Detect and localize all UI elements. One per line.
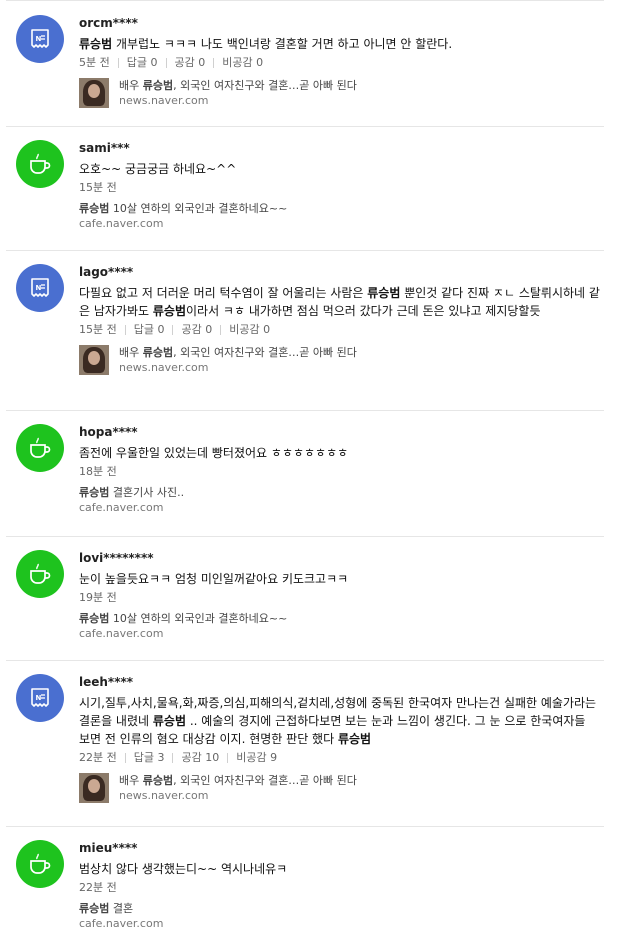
comment-meta: 15분 전 답글 0 공감 0 비공감 0 [79,323,600,337]
comment-meta: 5분 전 답글 0 공감 0 비공감 0 [79,56,600,70]
coffee-cup-icon[interactable] [16,840,64,888]
comment-time: 18분 전 [79,465,117,478]
comment-author[interactable]: hopa**** [79,424,600,440]
top-divider [6,0,604,1]
comment-author[interactable]: lago**** [79,264,600,280]
comment-text: 좀전에 우울한일 있었는데 빵터졌어요 ㅎㅎㅎㅎㅎㅎㅎ [79,446,349,460]
source-link[interactable]: 배우 류승범, 외국인 여자친구와 결혼…곧 아빠 된다 news.naver.… [79,773,600,803]
source-title[interactable]: 류승범 10살 연하의 외국인과 결혼하네요~~ [79,201,600,216]
comment-text: 오호~~ 궁금궁금 하네요~^^ [79,162,237,176]
source-domain: cafe.naver.com [79,217,164,230]
svg-text:N: N [36,35,42,43]
comment-meta: 22분 전 [79,881,600,895]
comment-text: 시기,질투,사치,물욕,화,짜증,의심,피해의식,겉치레,성형에 중독된 한국여… [79,696,597,746]
article-thumbnail[interactable] [79,78,109,108]
dislike-button[interactable]: 비공감 0 [229,323,270,337]
source-domain: news.naver.com [119,789,209,802]
source-domain: news.naver.com [119,361,209,374]
source-title[interactable]: 류승범 결혼기사 사진.. [79,485,600,500]
coffee-cup-icon[interactable] [16,550,64,598]
comment-text: 눈이 높을듯요ㅋㅋ 엄청 미인일꺼같아요 키도크고ㅋㅋ [79,572,349,586]
comment-author[interactable]: orcm**** [79,15,600,31]
comment-item: N lago**** 다필요 없고 저 더러운 머리 턱수염이 잘 어울리는 사… [6,251,604,411]
comment-author[interactable]: sami*** [79,140,600,156]
coffee-cup-icon[interactable] [16,140,64,188]
comment-text: 류승범 개부럽노 ㅋㅋㅋ 나도 백인녀랑 결혼할 거면 하고 아니면 안 할란다… [79,37,453,51]
comment-item: sami*** 오호~~ 궁금궁금 하네요~^^ 15분 전 류승범 10살 연… [6,127,604,251]
source-link[interactable]: 류승범 10살 연하의 외국인과 결혼하네요~~ cafe.naver.com [79,201,600,231]
comment-author[interactable]: lovi******** [79,550,600,566]
dislike-button[interactable]: 비공감 9 [236,751,277,765]
article-thumbnail[interactable] [79,773,109,803]
comment-meta: 15분 전 [79,181,600,195]
svg-text:N: N [36,694,42,702]
comment-meta: 19분 전 [79,591,600,605]
comment-time: 5분 전 [79,56,110,69]
comment-time: 15분 전 [79,181,117,194]
comment-item: mieu**** 범상치 않다 생각했는디~~ 역시나네유ㅋ 22분 전 류승범… [6,827,604,935]
newspaper-icon[interactable]: N [16,264,64,312]
like-button[interactable]: 공감 0 [175,56,206,70]
comment-item: N orcm**** 류승범 개부럽노 ㅋㅋㅋ 나도 백인녀랑 결혼할 거면 하… [6,2,604,127]
source-link[interactable]: 류승범 결혼 cafe.naver.com [79,901,600,931]
reply-button[interactable]: 답글 3 [134,751,165,765]
comment-item: N leeh**** 시기,질투,사치,물욕,화,짜증,의심,피해의식,겉치레,… [6,661,604,827]
source-title[interactable]: 류승범 10살 연하의 외국인과 결혼하네요~~ [79,611,600,626]
source-link[interactable]: 류승범 10살 연하의 외국인과 결혼하네요~~ cafe.naver.com [79,611,600,641]
reply-button[interactable]: 답글 0 [127,56,158,70]
comment-time: 19분 전 [79,591,117,604]
comment-time: 22분 전 [79,881,117,894]
like-button[interactable]: 공감 0 [181,323,212,337]
comment-author[interactable]: mieu**** [79,840,600,856]
comment-text: 범상치 않다 생각했는디~~ 역시나네유ㅋ [79,862,288,876]
source-title[interactable]: 류승범 결혼 [79,901,600,916]
comment-meta: 22분 전 답글 3 공감 10 비공감 9 [79,751,600,765]
dislike-button[interactable]: 비공감 0 [222,56,263,70]
like-button[interactable]: 공감 10 [181,751,219,765]
source-domain: news.naver.com [119,94,209,107]
source-domain: cafe.naver.com [79,917,164,930]
comment-meta: 18분 전 [79,465,600,479]
comment-time: 22분 전 [79,751,117,764]
reply-button[interactable]: 답글 0 [134,323,165,337]
comment-time: 15분 전 [79,323,117,336]
source-title[interactable]: 배우 류승범, 외국인 여자친구와 결혼…곧 아빠 된다 [119,773,357,788]
source-title[interactable]: 배우 류승범, 외국인 여자친구와 결혼…곧 아빠 된다 [119,345,357,360]
source-link[interactable]: 배우 류승범, 외국인 여자친구와 결혼…곧 아빠 된다 news.naver.… [79,78,600,108]
source-link[interactable]: 배우 류승범, 외국인 여자친구와 결혼…곧 아빠 된다 news.naver.… [79,345,600,375]
coffee-cup-icon[interactable] [16,424,64,472]
svg-text:N: N [36,284,42,292]
source-domain: cafe.naver.com [79,627,164,640]
newspaper-icon[interactable]: N [16,674,64,722]
comment-author[interactable]: leeh**** [79,674,600,690]
comment-item: lovi******** 눈이 높을듯요ㅋㅋ 엄청 미인일꺼같아요 키도크고ㅋㅋ… [6,537,604,661]
source-domain: cafe.naver.com [79,501,164,514]
source-title[interactable]: 배우 류승범, 외국인 여자친구와 결혼…곧 아빠 된다 [119,78,357,93]
article-thumbnail[interactable] [79,345,109,375]
comment-item: hopa**** 좀전에 우울한일 있었는데 빵터졌어요 ㅎㅎㅎㅎㅎㅎㅎ 18분… [6,411,604,537]
newspaper-icon[interactable]: N [16,15,64,63]
source-link[interactable]: 류승범 결혼기사 사진.. cafe.naver.com [79,485,600,515]
comment-text: 다필요 없고 저 더러운 머리 턱수염이 잘 어울리는 사람은 류승범 뿐인것 … [79,286,600,318]
